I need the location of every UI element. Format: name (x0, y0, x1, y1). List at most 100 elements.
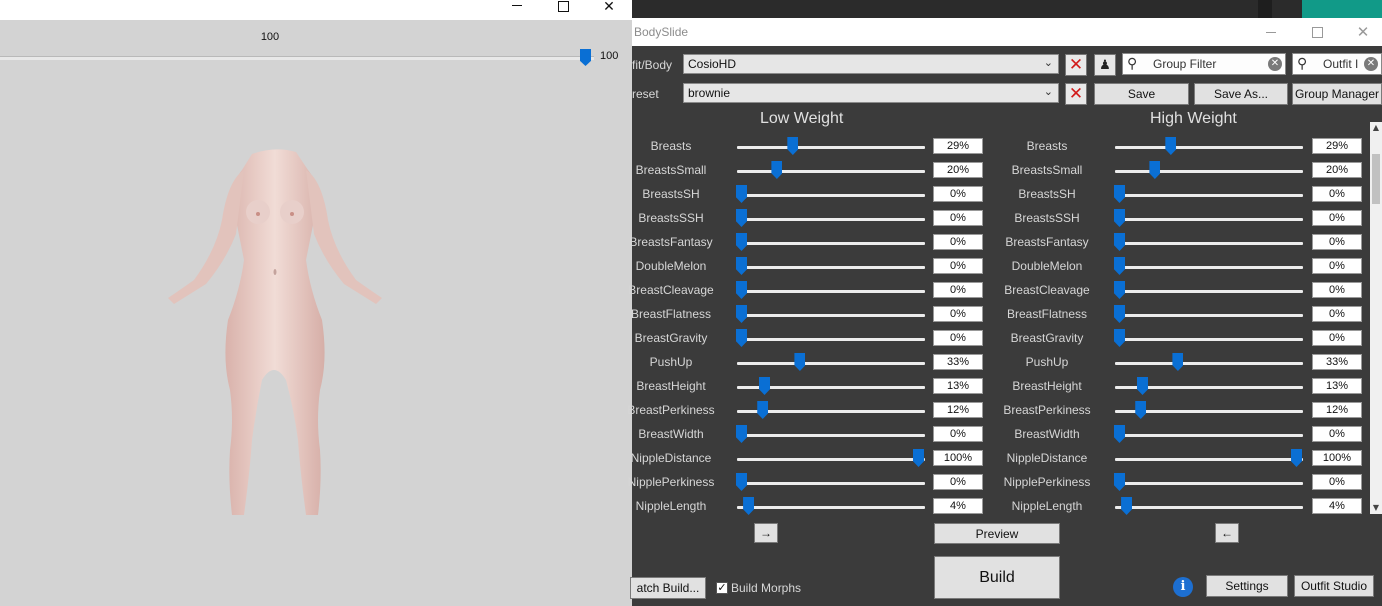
high-slider-value[interactable]: 0% (1312, 186, 1362, 202)
clear-icon[interactable]: ✕ (1364, 57, 1378, 71)
low-slider-track[interactable] (737, 338, 925, 341)
save-as-button[interactable]: Save As... (1194, 83, 1288, 105)
scroll-up-icon[interactable]: ▲ (1370, 122, 1382, 134)
low-slider-track[interactable] (737, 482, 925, 485)
outfit-filter-input[interactable]: ⚲ Outfit I ✕ (1292, 53, 1382, 75)
high-slider-track[interactable] (1115, 434, 1303, 437)
group-manager-button[interactable]: Group Manager (1292, 83, 1382, 105)
low-slider-track[interactable] (737, 170, 925, 173)
high-slider-thumb[interactable] (1114, 425, 1125, 443)
delete-preset-button[interactable]: ✕ (1065, 83, 1087, 105)
high-slider-track[interactable] (1115, 146, 1303, 149)
low-slider-thumb[interactable] (743, 497, 755, 515)
low-slider-track[interactable] (737, 506, 925, 509)
low-slider-value[interactable]: 0% (933, 186, 983, 202)
low-slider-track[interactable] (737, 314, 925, 317)
delete-outfit-button[interactable]: ✕ (1065, 54, 1087, 76)
high-slider-track[interactable] (1115, 482, 1303, 485)
high-slider-track[interactable] (1115, 458, 1303, 461)
clear-icon[interactable]: ✕ (1268, 57, 1282, 71)
batch-build-button[interactable]: atch Build... (630, 577, 706, 599)
low-slider-thumb[interactable] (771, 161, 783, 179)
low-slider-track[interactable] (737, 458, 925, 461)
high-slider-track[interactable] (1115, 362, 1303, 365)
build-morphs-checkbox[interactable]: ✓ (716, 582, 728, 594)
high-slider-thumb[interactable] (1137, 377, 1148, 395)
low-slider-thumb[interactable] (736, 305, 747, 323)
low-slider-value[interactable]: 0% (933, 234, 983, 250)
low-slider-thumb[interactable] (757, 401, 769, 419)
high-slider-thumb[interactable] (1291, 449, 1302, 467)
copy-high-to-low-button[interactable]: ← (1215, 523, 1239, 543)
high-slider-thumb[interactable] (1165, 137, 1177, 155)
close-button[interactable]: ✕ (586, 0, 632, 20)
weight-slider-thumb[interactable] (580, 49, 591, 66)
high-slider-track[interactable] (1115, 170, 1303, 173)
high-slider-track[interactable] (1115, 506, 1303, 509)
low-slider-track[interactable] (737, 362, 925, 365)
low-slider-value[interactable]: 0% (933, 330, 983, 346)
low-slider-value[interactable]: 12% (933, 402, 983, 418)
low-slider-thumb[interactable] (794, 353, 806, 371)
high-slider-thumb[interactable] (1114, 281, 1125, 299)
low-slider-track[interactable] (737, 146, 925, 149)
high-slider-value[interactable]: 0% (1312, 474, 1362, 490)
low-slider-value[interactable]: 4% (933, 498, 983, 514)
low-slider-track[interactable] (737, 218, 925, 221)
high-slider-value[interactable]: 0% (1312, 306, 1362, 322)
low-slider-track[interactable] (737, 266, 925, 269)
low-slider-value[interactable]: 0% (933, 258, 983, 274)
close-button[interactable]: ✕ (1340, 18, 1382, 46)
high-slider-value[interactable]: 0% (1312, 330, 1362, 346)
minimize-button[interactable] (494, 0, 540, 20)
low-slider-thumb[interactable] (736, 257, 747, 275)
low-slider-track[interactable] (737, 194, 925, 197)
high-slider-value[interactable]: 20% (1312, 162, 1362, 178)
save-button[interactable]: Save (1094, 83, 1189, 105)
scroll-thumb[interactable] (1372, 154, 1380, 204)
low-slider-value[interactable]: 0% (933, 210, 983, 226)
copy-low-to-high-button[interactable]: → (754, 523, 778, 543)
low-slider-thumb[interactable] (736, 209, 747, 227)
weight-slider-track[interactable] (0, 56, 594, 60)
high-slider-thumb[interactable] (1135, 401, 1147, 419)
settings-button[interactable]: Settings (1206, 575, 1288, 597)
high-slider-value[interactable]: 100% (1312, 450, 1362, 466)
high-slider-thumb[interactable] (1114, 305, 1125, 323)
maximize-button[interactable] (1294, 18, 1340, 46)
high-slider-value[interactable]: 0% (1312, 282, 1362, 298)
low-slider-value[interactable]: 100% (933, 450, 983, 466)
high-slider-track[interactable] (1115, 314, 1303, 317)
low-slider-value[interactable]: 0% (933, 474, 983, 490)
high-slider-thumb[interactable] (1172, 353, 1184, 371)
high-slider-value[interactable]: 33% (1312, 354, 1362, 370)
low-slider-thumb[interactable] (736, 473, 747, 491)
outfit-studio-button[interactable]: Outfit Studio (1294, 575, 1374, 597)
high-slider-thumb[interactable] (1114, 233, 1125, 251)
high-slider-thumb[interactable] (1121, 497, 1133, 515)
high-slider-track[interactable] (1115, 242, 1303, 245)
low-slider-thumb[interactable] (787, 137, 799, 155)
high-slider-track[interactable] (1115, 338, 1303, 341)
high-slider-value[interactable]: 0% (1312, 258, 1362, 274)
preview-button[interactable]: Preview (934, 523, 1060, 544)
low-slider-thumb[interactable] (736, 233, 747, 251)
high-slider-track[interactable] (1115, 194, 1303, 197)
low-slider-value[interactable]: 29% (933, 138, 983, 154)
low-slider-thumb[interactable] (736, 185, 747, 203)
low-slider-track[interactable] (737, 290, 925, 293)
high-slider-track[interactable] (1115, 266, 1303, 269)
low-slider-thumb[interactable] (759, 377, 770, 395)
low-slider-track[interactable] (737, 434, 925, 437)
low-slider-value[interactable]: 13% (933, 378, 983, 394)
low-slider-value[interactable]: 33% (933, 354, 983, 370)
scroll-down-icon[interactable]: ▼ (1370, 502, 1382, 514)
high-slider-value[interactable]: 0% (1312, 426, 1362, 442)
high-slider-value[interactable]: 12% (1312, 402, 1362, 418)
high-slider-thumb[interactable] (1114, 209, 1125, 227)
body-model-render[interactable] (160, 140, 390, 520)
high-slider-value[interactable]: 4% (1312, 498, 1362, 514)
outfit-user-button[interactable]: ♟ (1094, 54, 1116, 76)
low-slider-thumb[interactable] (736, 329, 747, 347)
high-slider-thumb[interactable] (1114, 185, 1125, 203)
